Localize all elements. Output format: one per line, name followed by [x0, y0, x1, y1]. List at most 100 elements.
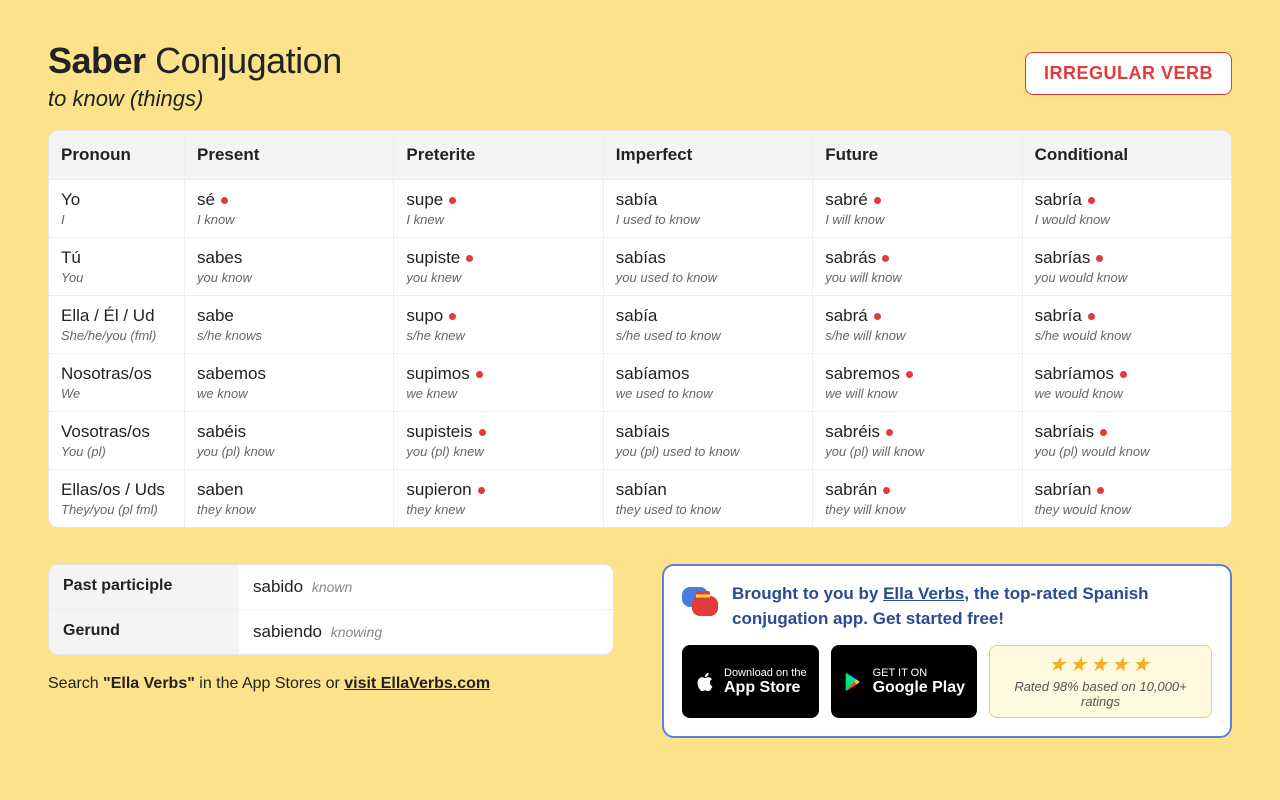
- conjugation-table: PronounPresentPreteriteImperfectFutureCo…: [48, 130, 1232, 528]
- rating-text: Rated 98% based on 10,000+ ratings: [1000, 679, 1201, 709]
- verb-gloss: we would know: [1035, 386, 1219, 401]
- verb-gloss: you know: [197, 270, 381, 285]
- verb-gloss: we will know: [825, 386, 1009, 401]
- conjugation-cell: sabéisyou (pl) know: [184, 411, 393, 469]
- verb-gloss: they would know: [1035, 502, 1219, 517]
- rating-box: ★★★★★ Rated 98% based on 10,000+ ratings: [989, 645, 1212, 718]
- verb-gloss: they know: [197, 502, 381, 517]
- verb-gloss: s/he would know: [1035, 328, 1219, 343]
- participle-label: Past participle: [49, 565, 239, 609]
- conjugation-cell: sabríanthey would know: [1022, 469, 1231, 527]
- verb-gloss: s/he used to know: [616, 328, 800, 343]
- verb-gloss: we knew: [406, 386, 590, 401]
- google-play-badge[interactable]: GET IT ONGoogle Play: [831, 645, 977, 718]
- verb-form: sabía: [616, 190, 658, 209]
- search-line: Search "Ella Verbs" in the App Stores or…: [48, 675, 614, 693]
- conjugation-cell: sabía I used to know: [603, 179, 812, 237]
- table-row: TúYou sabes you know supiste you knew sabías y…: [49, 237, 1231, 295]
- conjugation-cell: sabremoswe will know: [812, 353, 1021, 411]
- title-word: Conjugation: [155, 40, 342, 81]
- verb-gloss: you (pl) knew: [406, 444, 590, 459]
- column-header: Imperfect: [603, 131, 812, 179]
- participle-label: Gerund: [49, 609, 239, 654]
- verb-gloss: they used to know: [616, 502, 800, 517]
- verb-name: Saber: [48, 40, 146, 81]
- verb-gloss: I knew: [406, 212, 590, 227]
- column-header: Pronoun: [49, 131, 184, 179]
- conjugation-cell: sabrías/he would know: [1022, 295, 1231, 353]
- verb-gloss: they will know: [825, 502, 1009, 517]
- verb-subtitle: to know (things): [48, 86, 342, 112]
- verb-gloss: I know: [197, 212, 381, 227]
- conjugation-cell: supo s/he knew: [393, 295, 602, 353]
- column-header: Preterite: [393, 131, 602, 179]
- verb-form: sabrá: [825, 306, 881, 325]
- verb-form: sabías: [616, 248, 666, 267]
- visit-link[interactable]: visit EllaVerbs.com: [344, 675, 490, 692]
- pronoun-cell: Nosotras/osWe: [49, 353, 184, 411]
- verb-form: sabíamos: [616, 364, 690, 383]
- verb-gloss: s/he knew: [406, 328, 590, 343]
- verb-form: supiste: [406, 248, 473, 267]
- stars-icon: ★★★★★: [1000, 652, 1201, 677]
- conjugation-cell: sabríamos we would know: [1022, 353, 1231, 411]
- verb-gloss: you used to know: [616, 270, 800, 285]
- participle-value: sabiendo knowing: [239, 609, 613, 654]
- column-header: Conditional: [1022, 131, 1231, 179]
- conjugation-cell: sabemos we know: [184, 353, 393, 411]
- promo-box: Brought to you by Ella Verbs, the top-ra…: [662, 564, 1232, 738]
- conjugation-cell: supiste you knew: [393, 237, 602, 295]
- app-store-badge[interactable]: Download on theApp Store: [682, 645, 819, 718]
- verb-form: sabían: [616, 480, 667, 499]
- verb-form: supieron: [406, 480, 484, 499]
- column-header: Present: [184, 131, 393, 179]
- conjugation-cell: sabes you know: [184, 237, 393, 295]
- conjugation-cell: sabenthey know: [184, 469, 393, 527]
- verb-form: sabía: [616, 306, 658, 325]
- ella-verbs-link[interactable]: Ella Verbs: [883, 584, 964, 603]
- conjugation-cell: sabíamoswe used to know: [603, 353, 812, 411]
- pronoun-cell: Ella / Él / UdShe/he/you (fml): [49, 295, 184, 353]
- verb-gloss: s/he will know: [825, 328, 1009, 343]
- participle-row: Past participlesabido known: [49, 565, 613, 609]
- participle-row: Gerundsabiendo knowing: [49, 609, 613, 654]
- conjugation-cell: sabríaI would know: [1022, 179, 1231, 237]
- verb-form: sabríamos: [1035, 364, 1127, 383]
- verb-gloss: I will know: [825, 212, 1009, 227]
- verb-form: supo: [406, 306, 456, 325]
- conjugation-cell: sabían they used to know: [603, 469, 812, 527]
- verb-form: supisteis: [406, 422, 485, 441]
- verb-form: sabrán: [825, 480, 890, 499]
- participle-value: sabido known: [239, 565, 613, 609]
- table-row: Ellas/os / UdsThey/you (pl fml)sabenthey…: [49, 469, 1231, 527]
- pronoun-cell: Vosotras/osYou (pl): [49, 411, 184, 469]
- verb-form: sabes: [197, 248, 242, 267]
- table-row: YoIséI knowsupeI knewsabíaI used to know…: [49, 179, 1231, 237]
- verb-gloss: you (pl) know: [197, 444, 381, 459]
- verb-form: sabréis: [825, 422, 893, 441]
- verb-form: supe: [406, 190, 456, 209]
- verb-gloss: you (pl) used to know: [616, 444, 800, 459]
- verb-gloss: you would know: [1035, 270, 1219, 285]
- conjugation-cell: supimoswe knew: [393, 353, 602, 411]
- verb-gloss: I used to know: [616, 212, 800, 227]
- pronoun-cell: TúYou: [49, 237, 184, 295]
- verb-gloss: they knew: [406, 502, 590, 517]
- conjugation-cell: sabrá s/he will know: [812, 295, 1021, 353]
- conjugation-cell: sabe s/he knows: [184, 295, 393, 353]
- table-row: Nosotras/osWe sabemos we know supimoswe kne…: [49, 353, 1231, 411]
- verb-gloss: we know: [197, 386, 381, 401]
- verb-gloss: s/he knows: [197, 328, 381, 343]
- verb-form: sabré: [825, 190, 881, 209]
- verb-form: sabemos: [197, 364, 266, 383]
- conjugation-cell: sabríasyou would know: [1022, 237, 1231, 295]
- verb-gloss: you knew: [406, 270, 590, 285]
- conjugation-cell: supisteis you (pl) knew: [393, 411, 602, 469]
- conjugation-cell: sabréisyou (pl) will know: [812, 411, 1021, 469]
- verb-form: sabíais: [616, 422, 670, 441]
- verb-form: sabe: [197, 306, 234, 325]
- conjugation-cell: sabíais you (pl) used to know: [603, 411, 812, 469]
- conjugation-cell: sabré I will know: [812, 179, 1021, 237]
- conjugation-cell: supe I knew: [393, 179, 602, 237]
- conjugation-cell: supieron they knew: [393, 469, 602, 527]
